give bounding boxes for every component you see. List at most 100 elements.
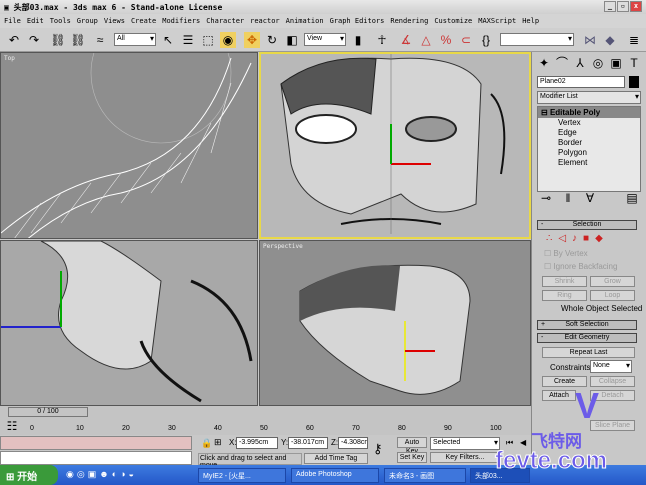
pivot-center-icon[interactable]: ▮: [350, 32, 366, 48]
taskbar-item-photoshop[interactable]: Adobe Photoshop: [291, 468, 379, 483]
taskbar-item-3dsmax[interactable]: 头部03...: [470, 468, 530, 483]
stack-sub-polygon[interactable]: Polygon: [558, 148, 640, 158]
prev-frame-icon[interactable]: ◀: [520, 438, 526, 447]
close-button[interactable]: x: [630, 1, 642, 12]
viewport-perspective[interactable]: Perspective: [259, 240, 531, 406]
motion-tab-icon[interactable]: ◎: [590, 55, 606, 71]
menu-customize[interactable]: Customize: [434, 17, 472, 25]
key-mode-dropdown[interactable]: Selected: [430, 437, 500, 450]
minimize-button[interactable]: _: [604, 1, 616, 12]
loop-button[interactable]: Loop: [590, 290, 635, 301]
ring-button[interactable]: Ring: [542, 290, 587, 301]
stack-sub-edge[interactable]: Edge: [558, 128, 640, 138]
detach-button[interactable]: Detach: [590, 390, 635, 401]
goto-start-icon[interactable]: ⏮: [506, 438, 513, 448]
named-selection-dropdown[interactable]: [500, 33, 574, 46]
hierarchy-tab-icon[interactable]: ⅄: [572, 55, 588, 71]
stack-item-editable-poly[interactable]: ⊟ Editable Poly: [538, 107, 640, 118]
mirror-icon[interactable]: ⋈: [582, 32, 598, 48]
add-time-tag-button[interactable]: Add Time Tag: [304, 453, 368, 464]
bind-space-warp-icon[interactable]: ≈: [92, 32, 108, 48]
maximize-button[interactable]: ▫: [617, 1, 629, 12]
link-icon[interactable]: ⛓: [50, 32, 66, 48]
y-coordinate-field[interactable]: -38.017cm: [288, 437, 328, 449]
track-bar-icon[interactable]: ☷: [4, 418, 20, 434]
menu-reactor[interactable]: reactor: [250, 17, 280, 25]
lock-selection-icon[interactable]: 🔒: [201, 438, 212, 449]
reference-coord-dropdown[interactable]: View: [304, 33, 346, 46]
set-key-mode-key-icon[interactable]: ⚷: [373, 441, 383, 457]
time-slider-track[interactable]: 0 / 100: [0, 406, 531, 418]
manipulate-icon[interactable]: ☥: [374, 32, 390, 48]
shrink-button[interactable]: Shrink: [542, 276, 587, 287]
snap-icon[interactable]: ∡: [398, 32, 414, 48]
configure-sets-icon[interactable]: ▤: [624, 190, 640, 206]
menu-views[interactable]: Views: [104, 17, 125, 25]
make-unique-icon[interactable]: ∀: [582, 190, 598, 206]
rollout-soft-selection[interactable]: + Soft Selection: [537, 320, 637, 330]
display-tab-icon[interactable]: ▣: [608, 55, 624, 71]
layers-icon[interactable]: ≣: [626, 32, 642, 48]
maxscript-listener-pink[interactable]: [0, 436, 192, 450]
viewport-front[interactable]: [259, 52, 531, 239]
menu-modifiers[interactable]: Modifiers: [162, 17, 200, 25]
modify-tab-icon[interactable]: ⌒: [554, 55, 570, 71]
region-select-icon[interactable]: ⬚: [200, 32, 216, 48]
object-color-swatch[interactable]: [629, 76, 639, 88]
collapse-button[interactable]: Collapse: [590, 376, 635, 387]
menu-tools[interactable]: Tools: [50, 17, 71, 25]
menu-create[interactable]: Create: [131, 17, 156, 25]
rollout-selection[interactable]: - Selection: [537, 220, 637, 230]
align-icon[interactable]: ◆: [602, 32, 618, 48]
pin-stack-icon[interactable]: ⊸: [538, 190, 554, 206]
rotate-icon[interactable]: ↻: [264, 32, 280, 48]
select-by-name-icon[interactable]: ☰: [180, 32, 196, 48]
menu-rendering[interactable]: Rendering: [390, 17, 428, 25]
select-move-icon[interactable]: ✥: [244, 32, 260, 48]
create-tab-icon[interactable]: ✦: [536, 55, 552, 71]
grow-button[interactable]: Grow: [590, 276, 635, 287]
absolute-mode-icon[interactable]: ⊞: [214, 437, 222, 448]
menu-animation[interactable]: Animation: [286, 17, 324, 25]
percent-snap-icon[interactable]: %: [438, 32, 454, 48]
x-coordinate-field[interactable]: -3.995cm: [236, 437, 278, 449]
rollout-edit-geometry[interactable]: - Edit Geometry: [537, 333, 637, 343]
modifier-list-dropdown[interactable]: Modifier List: [537, 91, 641, 104]
stack-sub-element[interactable]: Element: [558, 158, 640, 168]
scale-icon[interactable]: ◧: [284, 32, 300, 48]
menu-character[interactable]: Character: [206, 17, 244, 25]
create-button[interactable]: Create: [542, 376, 587, 387]
undo-icon[interactable]: ↶: [6, 32, 22, 48]
redo-icon[interactable]: ↷: [26, 32, 42, 48]
by-vertex-checkbox[interactable]: ☐ By Vertex: [544, 249, 588, 258]
time-slider-thumb[interactable]: 0 / 100: [8, 407, 88, 417]
z-coordinate-field[interactable]: -4.308cm: [338, 437, 368, 449]
auto-key-button[interactable]: Auto Key: [397, 437, 427, 455]
quick-launch-icons[interactable]: ◉◎▣☻◐◑◒: [66, 469, 137, 480]
ignore-backfacing-checkbox[interactable]: ☐ Ignore Backfacing: [544, 262, 617, 271]
menu-edit[interactable]: Edit: [27, 17, 44, 25]
menu-file[interactable]: File: [4, 17, 21, 25]
show-end-result-icon[interactable]: ‖: [560, 190, 576, 206]
object-name-field[interactable]: Plane02: [537, 76, 625, 88]
stack-sub-vertex[interactable]: Vertex: [558, 118, 640, 128]
menu-group[interactable]: Group: [77, 17, 98, 25]
subobject-level-icons[interactable]: ∴◁♪■◆: [546, 233, 609, 244]
slice-plane-button[interactable]: Slice Plane: [590, 420, 635, 431]
attach-button[interactable]: Attach: [542, 390, 576, 401]
set-key-button[interactable]: Set Key: [397, 452, 427, 463]
utilities-tab-icon[interactable]: T: [626, 55, 642, 71]
selection-filter-dropdown[interactable]: All: [114, 33, 156, 46]
window-crossing-icon[interactable]: ◉: [220, 32, 236, 48]
taskbar-item-paint[interactable]: 未命名3 - 画图: [384, 468, 466, 483]
key-filters-button[interactable]: Key Filters...: [430, 452, 500, 463]
repeat-last-button[interactable]: Repeat Last: [542, 347, 635, 358]
angle-snap-icon[interactable]: △: [418, 32, 434, 48]
menu-help[interactable]: Help: [522, 17, 539, 25]
viewport-top[interactable]: Top: [0, 52, 258, 239]
menu-maxscript[interactable]: MAXScript: [478, 17, 516, 25]
edit-named-selection-icon[interactable]: {}: [478, 32, 494, 48]
unlink-icon[interactable]: ⛓: [70, 32, 86, 48]
constraints-dropdown[interactable]: None: [590, 360, 632, 373]
start-button[interactable]: ⊞ 开始: [0, 465, 58, 485]
